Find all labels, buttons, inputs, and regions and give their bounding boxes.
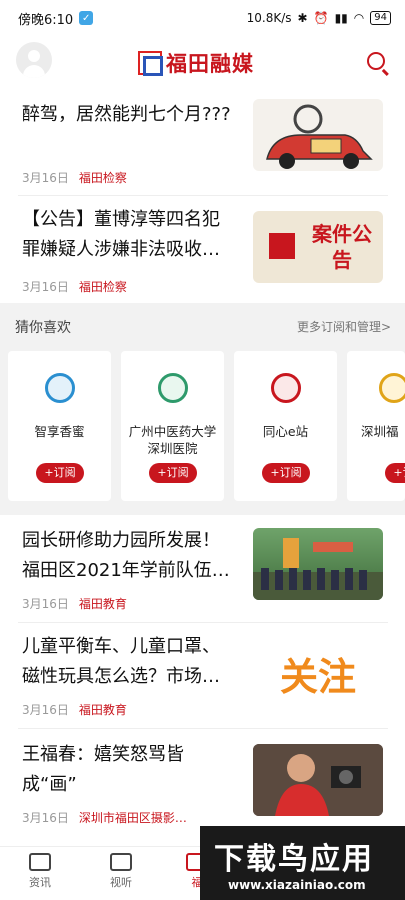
news-meta: 3月16日 福田检察: [22, 278, 127, 295]
news-title: 园长研修助力园所发展！福田区2021年学前队伍…: [22, 530, 230, 581]
channel-logo-icon: [271, 373, 301, 403]
status-bar: 傍晚6:10 ✓ 10.8K/s ✱ ⏰ ▮▮ ◠ 94: [0, 0, 405, 36]
news-date: 3月16日: [22, 171, 69, 185]
news-source: 福田检察: [78, 171, 127, 185]
news-title: 醉驾，居然能判七个月???: [22, 104, 231, 125]
tab-news[interactable]: 资讯: [15, 853, 65, 890]
brand-logo: 福田融媒: [138, 48, 254, 78]
news-thumbnail: [253, 528, 383, 600]
signal-icon: ▮▮: [334, 11, 348, 25]
brand-title: 福田融媒: [166, 52, 254, 76]
status-time: 傍晚6:10: [18, 12, 74, 28]
news-thumbnail: [253, 99, 383, 171]
play-icon: [110, 853, 132, 871]
news-thumbnail: 案件公告: [253, 211, 383, 283]
news-source: 福田教育: [78, 703, 127, 717]
news-item[interactable]: 儿童平衡车、儿童口罩、磁性玩具怎么选？市场… 3月16日 福田教育 关注: [0, 630, 405, 726]
news-date: 3月16日: [22, 280, 69, 294]
watermark-title: 下载鸟应用: [214, 842, 374, 877]
news-title: 【公告】董博淳等四名犯罪嫌疑人涉嫌非法吸收…: [22, 209, 220, 260]
news-source: 深圳市福田区摄影…: [78, 811, 187, 825]
wifi-icon: ◠: [353, 11, 365, 25]
watermark-url: www.xiazainiao.com: [228, 878, 366, 892]
news-title: 儿童平衡车、儿童口罩、磁性玩具怎么选？市场…: [22, 636, 220, 687]
watermark: 下载鸟应用 www.xiazainiao.com: [200, 826, 405, 900]
news-title: 王福春：嬉笑怒骂皆成“画”: [22, 744, 184, 795]
tab-label: 资讯: [29, 876, 51, 889]
divider: [18, 622, 388, 623]
news-item[interactable]: 【公告】董博淳等四名犯罪嫌疑人涉嫌非法吸收… 3月16日 福田检察 案件公告: [0, 203, 405, 299]
section-heading: 猜你喜欢: [15, 320, 71, 336]
divider: [18, 195, 388, 196]
news-meta: 3月16日 福田教育: [22, 595, 127, 612]
news-source: 福田教育: [78, 597, 127, 611]
search-icon[interactable]: [367, 52, 385, 70]
news-meta: 3月16日 福田检察: [22, 169, 127, 186]
brand-mark-icon: [138, 51, 163, 76]
news-item[interactable]: 王福春：嬉笑怒骂皆成“画” 3月16日 深圳市福田区摄影…: [0, 738, 405, 834]
net-speed: 10.8K/s: [246, 11, 292, 25]
news-item[interactable]: 醉驾，居然能判七个月??? 3月16日 福田检察: [0, 96, 405, 192]
news-date: 3月16日: [22, 703, 69, 717]
bluetooth-icon: ✱: [297, 11, 308, 25]
subscribe-button[interactable]: +订阅: [262, 463, 310, 483]
battery-icon: 94: [370, 11, 391, 25]
channel-card[interactable]: 智享香蜜 +订阅: [8, 351, 111, 501]
news-date: 3月16日: [22, 597, 69, 611]
news-meta: 3月16日 福田教育: [22, 701, 127, 718]
subscribe-button[interactable]: +订阅: [385, 463, 405, 483]
channel-name: 同心e站: [262, 424, 309, 439]
news-item[interactable]: 园长研修助力园所发展！福田区2021年学前队伍… 3月16日 福田教育: [0, 524, 405, 620]
guess-you-like: 猜你喜欢 更多订阅和管理> 智享香蜜 +订阅 广州中医药大学深圳医院 +订阅 同…: [0, 303, 405, 515]
channel-card[interactable]: 同心e站 +订阅: [234, 351, 337, 501]
chat-icon: [29, 853, 51, 871]
news-date: 3月16日: [22, 811, 69, 825]
news-thumbnail: 关注: [253, 634, 383, 706]
subscribe-button[interactable]: +订阅: [149, 463, 197, 483]
thumb-caption: 案件公告: [312, 222, 372, 272]
tab-video[interactable]: 视听: [96, 853, 146, 890]
channel-card[interactable]: 广州中医药大学深圳医院 +订阅: [121, 351, 224, 501]
seal-icon: [269, 233, 295, 259]
alarm-icon: ⏰: [313, 11, 329, 25]
channel-name: 智享香蜜: [34, 424, 85, 439]
check-icon: ✓: [79, 11, 94, 25]
thumb-caption: 关注: [279, 655, 356, 699]
channel-card[interactable]: 深圳福 +订阅: [347, 351, 405, 501]
channel-logo-icon: [45, 373, 75, 403]
news-source: 福田检察: [78, 280, 127, 294]
channel-logo-icon: [379, 373, 405, 403]
divider: [18, 728, 388, 729]
news-meta: 3月16日 深圳市福田区摄影…: [22, 809, 187, 826]
channel-name: 深圳福: [361, 424, 399, 439]
more-subscriptions-link[interactable]: 更多订阅和管理>: [297, 318, 391, 335]
avatar[interactable]: [16, 42, 52, 78]
channel-logo-icon: [158, 373, 188, 403]
tab-label: 视听: [110, 876, 132, 889]
app-header: 福田融媒: [0, 38, 405, 84]
news-thumbnail: [253, 744, 383, 816]
channel-name: 广州中医药大学深圳医院: [128, 424, 217, 456]
subscribe-button[interactable]: +订阅: [36, 463, 84, 483]
